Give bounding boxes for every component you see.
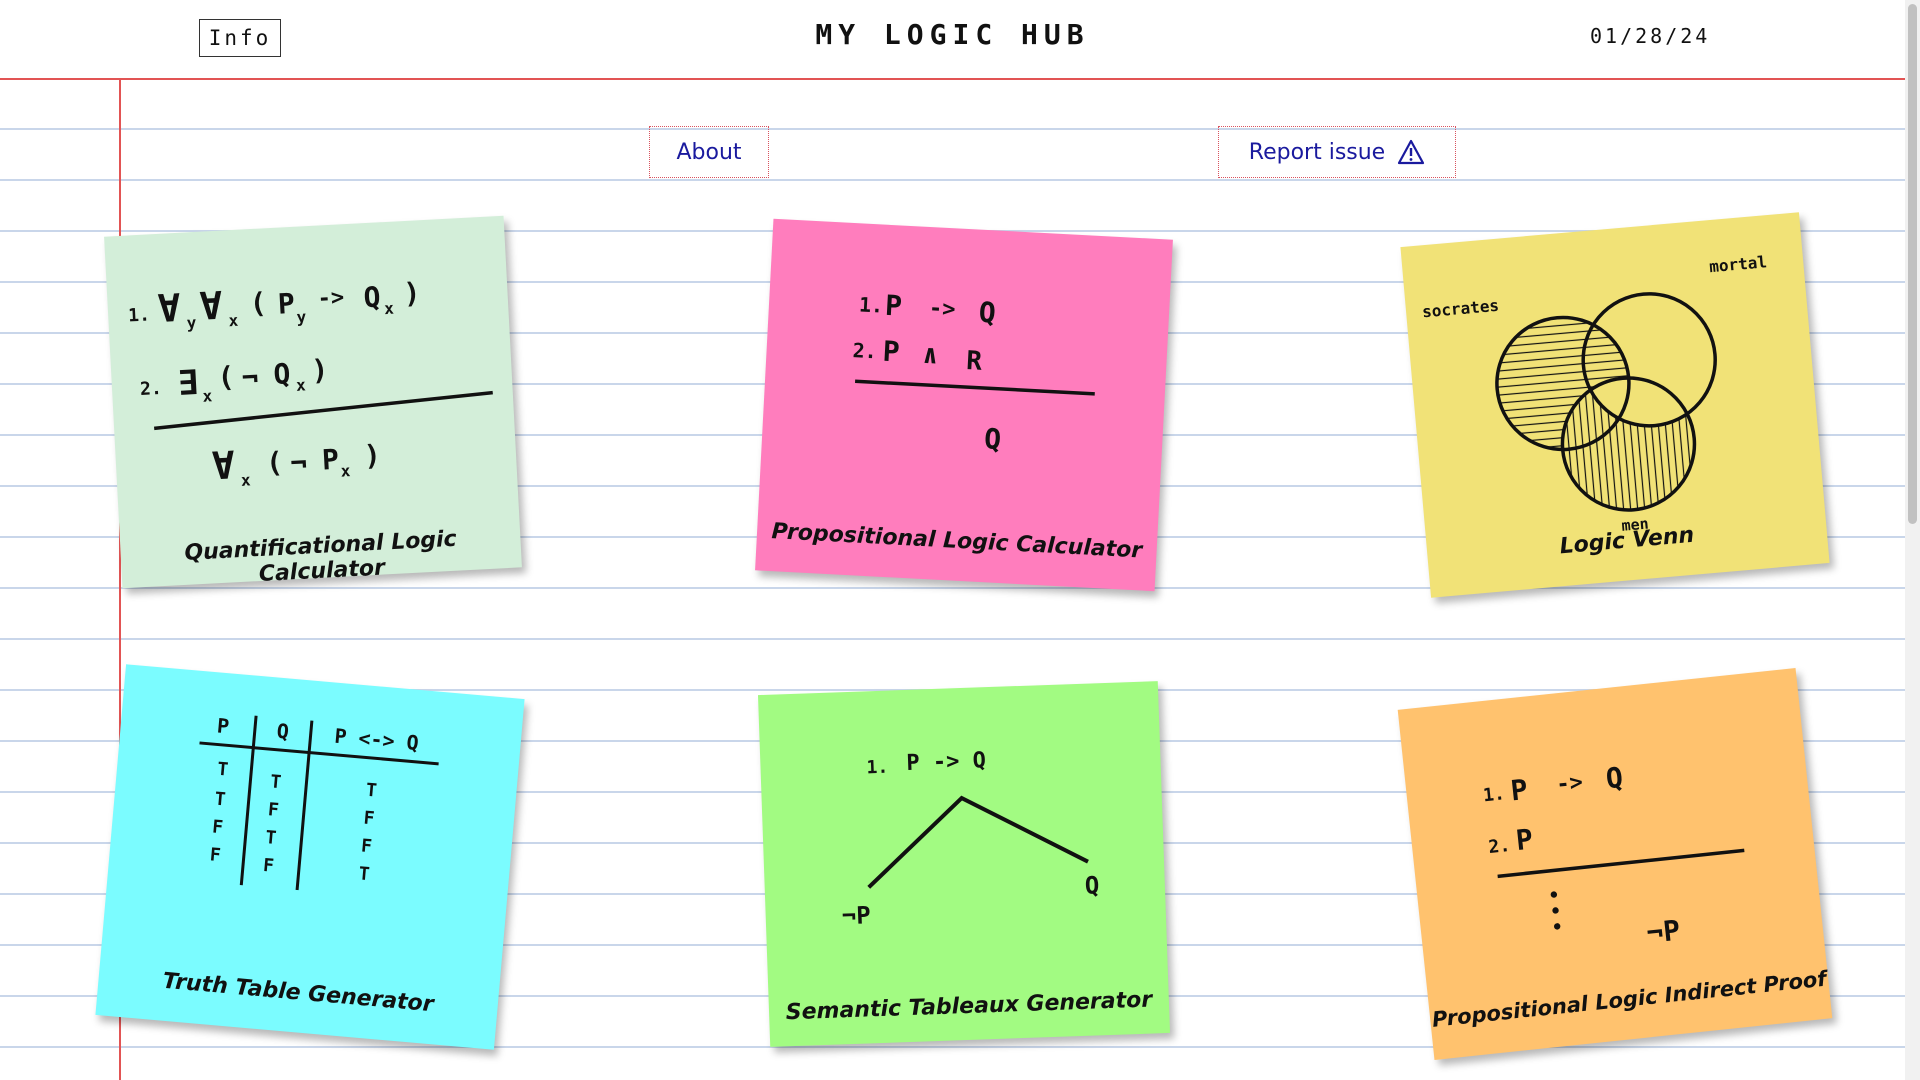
page: Info MY LOGIC HUB 01/28/24 About Report … [0,0,1920,1080]
q-forall-x: ∀ [199,284,224,329]
p-num-2: 2. [852,338,877,363]
ip-arrow: -> [1555,770,1584,798]
q2-num: 2. [140,378,163,400]
ip-q1: Q [1604,761,1624,796]
q2-close: ) [310,353,329,387]
quant-conclusion: ∀ x ( ¬ P x ) [211,439,382,490]
ip-ellipsis-dots [1550,891,1561,930]
qc-open: ( [265,446,284,480]
tt-col-divider-1 [239,715,258,886]
tt-header-q: Q [276,719,290,744]
q-p-sub: y [296,307,307,326]
q-q-sub: x [384,299,395,318]
ip-p2: P [1514,823,1534,858]
st-left-leaf: ¬P [841,901,871,930]
q2-open: ( [217,360,236,394]
quant-premise-1: 1. ∀ y ∀ x ( P y -> Q x ) [128,276,422,332]
q2-q: Q [273,357,292,391]
p-conclusion-q: Q [983,422,1002,456]
q2-exists: ∃ [177,363,200,404]
qc-sub-x: x [241,470,252,489]
tt-column-p: T T F F [209,759,229,867]
tt-col-divider-2 [295,720,314,891]
q-sub-y: y [186,313,197,332]
tt-p-3: F [211,816,224,838]
tt-r-3: F [360,835,373,857]
tt-q-2: F [267,799,280,821]
ip-conclusion-bar [1497,848,1745,879]
qc-close: ) [363,439,382,473]
ip-p1: P [1509,773,1529,808]
vertical-scrollbar[interactable] [1905,0,1920,1080]
tt-r-2: F [363,808,376,830]
date-display: 01/28/24 [1590,24,1711,48]
note-truth-table-generator[interactable]: P Q P <-> Q T T F F T F T F T F F T Trut… [95,664,525,1050]
q-q: Q [363,280,382,314]
p-p2: P [882,335,901,369]
st-right-leaf: Q [1084,871,1099,899]
note-quantificational-logic-calculator[interactable]: 1. ∀ y ∀ x ( P y -> Q x ) 2. ∃ x ( ¬ Q x [104,215,522,589]
ip-num-1: 1. [1482,783,1506,806]
tt-q-1: T [269,771,282,793]
st-premise: P -> Q [906,748,986,776]
about-label: About [676,139,742,165]
about-button[interactable]: About [649,126,769,178]
p-and: ∧ [922,340,939,371]
p-arrow: -> [928,296,956,322]
tt-header-biconditional: P <-> Q [334,724,420,755]
p-conclusion-bar [855,379,1095,396]
venn-label-socrates: socrates [1421,296,1499,322]
tt-r-1: T [365,780,378,802]
tt-p-4: F [209,844,222,866]
q-open-paren: ( [249,286,268,320]
qc-neg: ¬ [289,446,308,480]
note-propositional-logic-indirect-proof[interactable]: 1. P -> Q 2. P ¬P Propositional Logic In… [1397,668,1833,1060]
tt-column-result: T F F T [358,780,378,886]
st-branch-lines [867,795,1089,889]
quant-premise-2: 2. ∃ x ( ¬ Q x ) [140,353,329,406]
q-p: P [277,287,296,321]
q-close-paren: ) [403,276,422,310]
tt-p-2: T [214,789,227,811]
report-issue-button[interactable]: Report issue [1218,126,1456,178]
report-issue-label: Report issue [1248,139,1386,165]
venn-label-mortal: mortal [1708,252,1767,276]
tt-column-q: T F T F [262,771,282,877]
ip-num-2: 2. [1487,835,1511,858]
note-semantic-tableaux-generator[interactable]: 1. P -> Q ¬P Q Semantic Tableaux Generat… [757,681,1171,1047]
q2-q-sub: x [296,375,307,394]
note-propositional-logic-calculator[interactable]: 1. P -> Q 2. P ∧ R Q Propositional Logic… [755,218,1173,592]
tt-r-4: T [358,863,371,885]
note-logic-venn[interactable]: socrates mortal men Logic Venn [1400,212,1830,598]
q-forall-y: ∀ [157,286,182,331]
qc-forall: ∀ [211,443,236,488]
st-num-1: 1. [866,757,888,779]
q-num-1: 1. [128,304,151,326]
p-q1: Q [978,296,997,330]
qc-p-sub: x [340,461,351,480]
q-arrow: -> [317,285,345,311]
scrollbar-thumb[interactable] [1908,4,1917,524]
qc-p: P [321,443,340,477]
header-divider [0,78,1905,80]
tt-p-1: T [216,759,229,781]
q2-neg: ¬ [241,361,260,395]
ip-conclusion: ¬P [1645,914,1682,950]
tt-header-p: P [216,713,230,738]
q2-sub-x: x [202,386,213,405]
tt-q-4: F [262,855,275,877]
warning-icon [1398,139,1425,165]
q-sub-x: x [228,311,239,330]
p-num-1: 1. [858,292,883,317]
tt-q-3: T [265,827,278,849]
p-p1: P [884,289,903,323]
p-r: R [966,346,984,377]
